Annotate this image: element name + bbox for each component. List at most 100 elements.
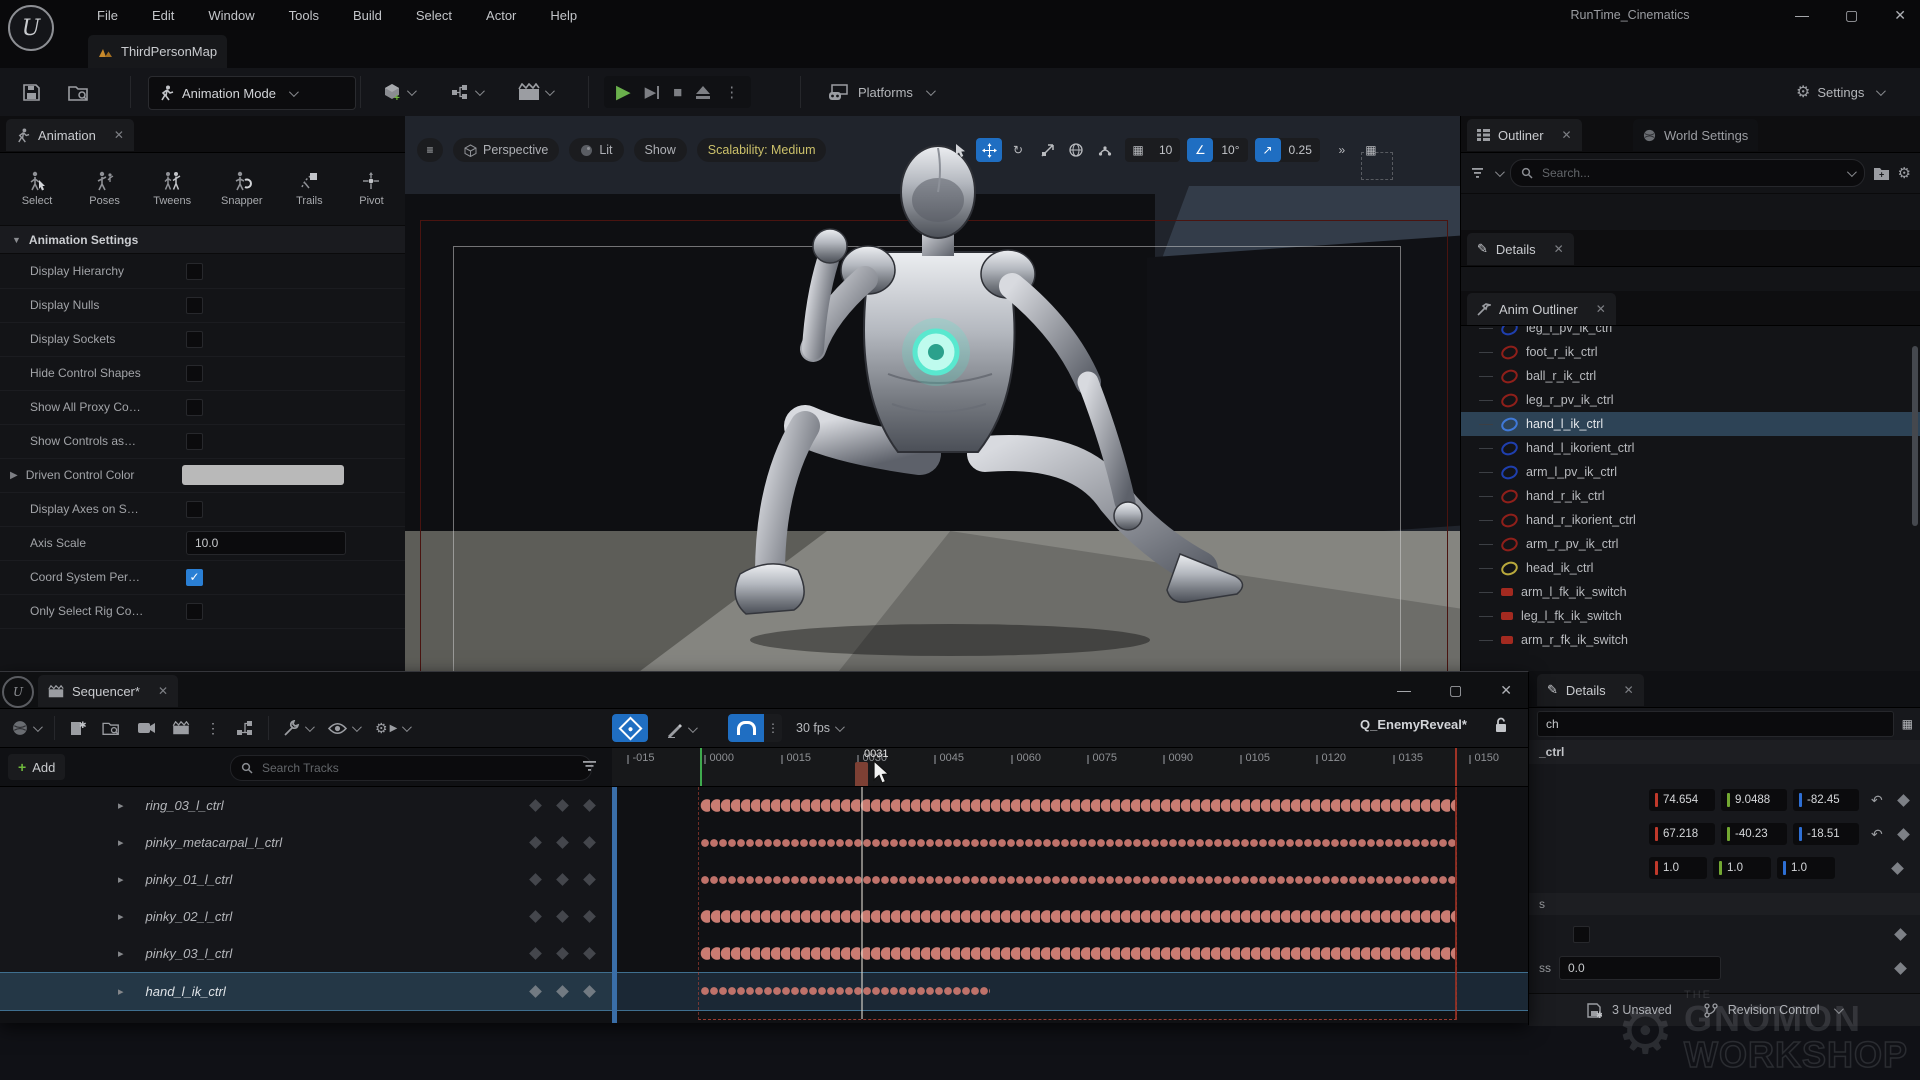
track-row[interactable]: ▸pinky_metacarpal_l_ctrl — [0, 824, 612, 862]
control-list-item[interactable]: hand_l_ikorient_ctrl — [1461, 436, 1920, 460]
fps-dropdown[interactable]: 30 fps — [796, 714, 842, 742]
save-button[interactable] — [16, 77, 47, 107]
grid-snap-icon[interactable]: ▦ — [1125, 138, 1151, 162]
grid-snap-value[interactable]: 10 — [1151, 143, 1180, 157]
next-key-button[interactable] — [583, 799, 596, 812]
track-filter-icon[interactable] — [582, 760, 598, 772]
keyframes-ring-03[interactable] — [700, 798, 1455, 813]
expand-icon[interactable]: ▸ — [118, 836, 124, 849]
scale-z-field[interactable]: 1.0 — [1777, 857, 1835, 879]
details-tab[interactable]: ✎ Details ✕ — [1537, 674, 1644, 706]
outliner-tab-close-icon[interactable]: ✕ — [1562, 128, 1572, 142]
value-keyframe-icon[interactable] — [1894, 962, 1907, 975]
world-settings-tab[interactable]: World Settings — [1633, 119, 1758, 151]
next-key-button[interactable] — [583, 985, 596, 998]
checkbox-keyframe-icon[interactable] — [1894, 928, 1907, 941]
cinematics-button[interactable] — [512, 77, 558, 107]
control-list-item[interactable]: head_ik_ctrl — [1461, 556, 1920, 580]
sequencer-settings-wrench-dropdown[interactable] — [277, 713, 318, 743]
rotation-z-field[interactable]: -18.51 — [1793, 823, 1859, 845]
eject-button[interactable] — [690, 77, 716, 107]
control-list-item[interactable]: leg_l_pv_ik_ctrl — [1461, 326, 1920, 340]
add-key-button[interactable] — [556, 873, 569, 886]
unsaved-count[interactable]: 3 Unsaved — [1612, 1003, 1672, 1017]
display-sockets-checkbox[interactable] — [186, 331, 203, 348]
sequencer-close-button[interactable]: ✕ — [1500, 682, 1512, 699]
tool-trails-button[interactable]: Trails — [280, 171, 338, 207]
rotation-x-field[interactable]: 67.218 — [1649, 823, 1715, 845]
camera-icon[interactable] — [131, 713, 162, 743]
details-search-input[interactable] — [1537, 711, 1894, 737]
level-tab-thirdpersonmap[interactable]: ThirdPersonMap — [88, 35, 227, 68]
sequence-name-breadcrumb[interactable]: Q_EnemyReveal* — [1360, 717, 1467, 732]
settings-dropdown[interactable]: ⚙ Settings — [1796, 76, 1883, 108]
menu-actor[interactable]: Actor — [469, 8, 533, 23]
tool-poses-button[interactable]: Poses — [74, 171, 136, 207]
browse-content-button[interactable] — [62, 77, 96, 107]
rotation-snap-value[interactable]: 10° — [1213, 143, 1247, 157]
render-movie-icon[interactable] — [166, 713, 196, 743]
control-list-item[interactable]: hand_r_ikorient_ctrl — [1461, 508, 1920, 532]
control-list-item-selected[interactable]: hand_l_ik_ctrl — [1461, 412, 1920, 436]
perspective-dropdown[interactable]: Perspective — [453, 138, 559, 162]
axis-scale-input[interactable] — [186, 531, 346, 555]
play-button[interactable]: ▶ — [610, 77, 637, 107]
view-options-eye-dropdown[interactable] — [322, 713, 365, 743]
browse-sequence-icon[interactable] — [96, 713, 127, 743]
only-select-rig-checkbox[interactable] — [186, 603, 203, 620]
window-maximize-button[interactable]: ▢ — [1845, 7, 1858, 24]
world-coordinate-icon[interactable] — [1063, 138, 1089, 162]
control-list-item[interactable]: arm_l_fk_ik_switch — [1461, 580, 1920, 604]
sequencer-hierarchy-icon[interactable] — [230, 713, 260, 743]
keyframes-pinky-metacarpal[interactable] — [700, 838, 1455, 848]
scale-keyframe-icon[interactable] — [1891, 862, 1904, 875]
platforms-dropdown[interactable]: Platforms — [818, 76, 943, 108]
next-key-button[interactable] — [583, 910, 596, 923]
editor-mode-select[interactable]: Animation Mode — [148, 76, 356, 110]
next-key-button[interactable] — [583, 836, 596, 849]
snap-options-menu[interactable]: ⋮ — [764, 714, 782, 742]
previous-key-button[interactable] — [529, 873, 542, 886]
scale-snap-icon[interactable]: ↗ — [1255, 138, 1281, 162]
surface-snap-icon[interactable] — [1092, 138, 1118, 162]
next-key-button[interactable] — [583, 873, 596, 886]
previous-key-button[interactable] — [529, 799, 542, 812]
menu-build[interactable]: Build — [336, 8, 399, 23]
outliner-tab[interactable]: Outliner ✕ — [1467, 119, 1582, 151]
previous-key-button[interactable] — [529, 836, 542, 849]
show-dropdown[interactable]: Show — [634, 138, 687, 162]
details-checkbox[interactable] — [1573, 926, 1590, 943]
control-list-item[interactable]: arm_l_pv_ik_ctrl — [1461, 460, 1920, 484]
new-folder-icon[interactable]: + — [1873, 166, 1890, 180]
blueprints-button[interactable] — [444, 77, 488, 107]
hide-control-shapes-checkbox[interactable] — [186, 365, 203, 382]
details-upper-tab[interactable]: ✎ Details ✕ — [1467, 233, 1574, 265]
playback-options-dropdown[interactable]: ⚙▶ — [369, 713, 415, 743]
track-row-selected[interactable]: ▸hand_l_ik_ctrl — [0, 972, 612, 1011]
control-list-item[interactable]: arm_r_fk_ik_switch — [1461, 628, 1920, 652]
reset-location-icon[interactable]: ↶ — [1871, 792, 1883, 809]
menu-window[interactable]: Window — [191, 8, 271, 23]
expand-icon[interactable]: ▸ — [118, 799, 124, 812]
outliner-filter-icon[interactable] — [1471, 167, 1487, 179]
auto-key-button[interactable] — [612, 714, 648, 742]
expand-icon[interactable]: ▸ — [118, 910, 124, 923]
menu-edit[interactable]: Edit — [135, 8, 191, 23]
keyframes-pinky-02[interactable] — [700, 909, 1455, 924]
add-key-button[interactable] — [556, 910, 569, 923]
details-upper-tab-close-icon[interactable]: ✕ — [1554, 242, 1564, 256]
outliner-search-input[interactable] — [1540, 165, 1835, 181]
window-minimize-button[interactable]: — — [1795, 7, 1809, 23]
expand-icon[interactable]: ▸ — [118, 985, 124, 998]
location-y-field[interactable]: 9.0488 — [1721, 789, 1787, 811]
window-close-button[interactable]: ✕ — [1894, 7, 1906, 24]
add-key-button[interactable] — [556, 947, 569, 960]
outliner-search-box[interactable] — [1510, 159, 1865, 187]
menu-select[interactable]: Select — [399, 8, 469, 23]
tool-tweens-button[interactable]: Tweens — [141, 171, 203, 207]
display-hierarchy-checkbox[interactable] — [186, 263, 203, 280]
add-actor-button[interactable]: + — [376, 77, 420, 107]
track-search-input[interactable] — [260, 760, 581, 776]
previous-key-button[interactable] — [529, 910, 542, 923]
viewport[interactable]: ≡ Perspective Lit Show Scalability: Medi… — [405, 116, 1460, 671]
